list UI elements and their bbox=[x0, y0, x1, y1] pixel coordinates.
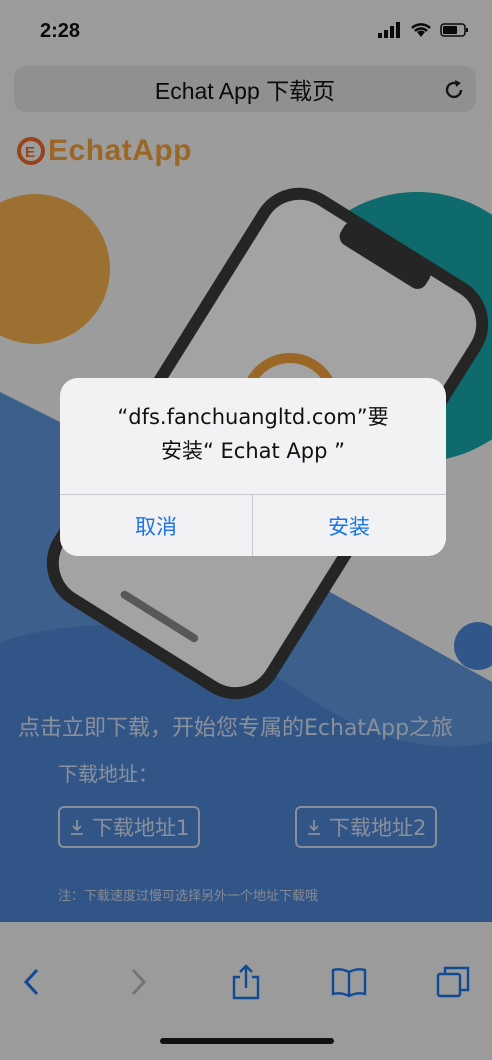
alert-message-line2: 安装“ Echat App ” bbox=[160, 439, 346, 463]
install-alert-dialog: “dfs.fanchuangltd.com”要 安装“ Echat App ” … bbox=[60, 378, 446, 556]
alert-message: “dfs.fanchuangltd.com”要 安装“ Echat App ” bbox=[60, 400, 446, 468]
alert-message-line1: “dfs.fanchuangltd.com”要 bbox=[117, 405, 389, 429]
install-button[interactable]: 安装 bbox=[253, 495, 445, 556]
cancel-button[interactable]: 取消 bbox=[60, 495, 252, 556]
home-indicator bbox=[160, 1038, 334, 1044]
